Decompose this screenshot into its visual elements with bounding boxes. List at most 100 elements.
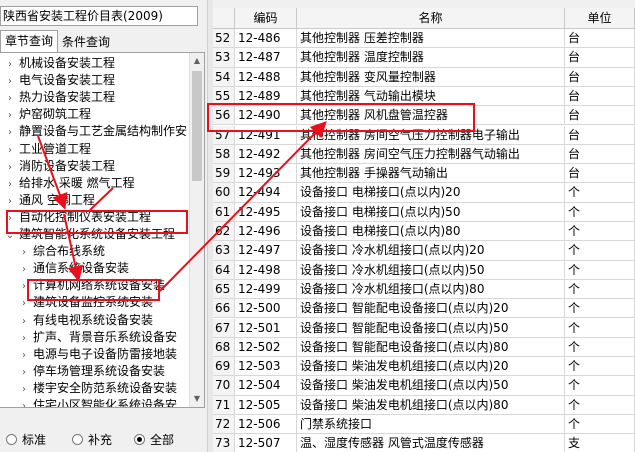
- tree-node-label: 住宅小区智能化系统设备安: [33, 398, 178, 408]
- col-header-code[interactable]: 编码: [235, 8, 297, 29]
- price-table-selector[interactable]: 陕西省安装工程价目表(2009): [0, 6, 198, 26]
- tree-node[interactable]: › 机械设备安装工程: [4, 55, 115, 72]
- table-row[interactable]: 70 12-504 设备接口 柴油发电机组接口(点以内)50 个: [213, 376, 635, 396]
- tab-condition-query[interactable]: 条件查询: [58, 32, 114, 52]
- unit-cell: 个: [565, 357, 635, 377]
- row-index-cell: 55: [213, 86, 235, 107]
- chevron-right-icon[interactable]: ›: [4, 73, 16, 90]
- table-row[interactable]: 52 12-486 其他控制器 压差控制器台: [213, 29, 635, 49]
- chevron-right-icon[interactable]: ›: [18, 364, 30, 381]
- row-index-cell: 66: [213, 299, 235, 319]
- table-row[interactable]: 64 12-498 设备接口 冷水机组接口(点以内)50 个: [213, 260, 635, 280]
- tree-node[interactable]: › 自动化控制仪表安装工程: [4, 209, 151, 226]
- chevron-down-icon[interactable]: ⌄: [4, 227, 16, 244]
- table-row[interactable]: 73 12-507 温、湿度传感器 风管式温度传感器支: [213, 434, 635, 452]
- tree-node[interactable]: › 有线电视系统设备安装: [18, 312, 153, 329]
- radio-button-icon[interactable]: [6, 434, 17, 445]
- table-row[interactable]: 54 12-488 其他控制器 变风量控制器台: [213, 67, 635, 87]
- tree-node[interactable]: › 电气设备安装工程: [4, 72, 115, 89]
- table-row[interactable]: 63 12-497 设备接口 冷水机组接口(点以内)20 个: [213, 241, 635, 261]
- table-row[interactable]: 69 12-503 设备接口 柴油发电机组接口(点以内)20 个: [213, 357, 635, 377]
- tree-node[interactable]: › 综合布线系统: [18, 243, 105, 260]
- unit-cell: 个: [565, 241, 635, 261]
- table-row[interactable]: 71 12-505 设备接口 柴油发电机组接口(点以内)80 个: [213, 395, 635, 415]
- table-row[interactable]: 65 12-499 设备接口 冷水机组接口(点以内)80 个: [213, 279, 635, 300]
- name-cell: 设备接口 智能配电设备接口(点以内)50: [297, 318, 565, 338]
- code-cell: 12-491: [235, 125, 297, 145]
- scroll-down-icon[interactable]: ▼: [190, 391, 204, 407]
- tree-node[interactable]: › 静置设备与工艺金属结构制作安: [4, 123, 187, 140]
- table-row[interactable]: 72 12-506 门禁系统接口个: [213, 415, 635, 435]
- chevron-right-icon[interactable]: ›: [18, 244, 30, 261]
- tree-node[interactable]: › 扩声、背景音乐系统设备安: [18, 329, 177, 346]
- table-row[interactable]: 67 12-501 设备接口 智能配电设备接口(点以内)50 个: [213, 318, 635, 338]
- radio-option[interactable]: 全部: [134, 430, 174, 450]
- col-header-name[interactable]: 名称: [297, 8, 565, 29]
- chevron-right-icon[interactable]: ›: [18, 381, 30, 398]
- table-row[interactable]: 56 12-490 其他控制器 风机盘管温控器台: [213, 106, 635, 126]
- chevron-right-icon[interactable]: ›: [18, 313, 30, 330]
- tree-node[interactable]: › 通风 空调工程: [4, 192, 95, 209]
- chevron-right-icon[interactable]: ›: [4, 176, 16, 193]
- tree-node[interactable]: › 计算机网络系统设备安装: [18, 277, 165, 294]
- tree-node[interactable]: › 住宅小区智能化系统设备安: [18, 397, 178, 408]
- scrollbar-thumb[interactable]: [192, 71, 202, 181]
- row-index-cell: 53: [213, 48, 235, 68]
- radio-button-icon[interactable]: [134, 434, 145, 445]
- tree-scrollbar[interactable]: ▲ ▼: [189, 53, 204, 407]
- col-header-index[interactable]: [213, 8, 235, 29]
- name-cell: 设备接口 电梯接口(点以内)50: [297, 202, 565, 222]
- tree-node[interactable]: › 通信系统设备安装: [18, 260, 129, 277]
- chevron-right-icon[interactable]: ›: [4, 90, 16, 107]
- table-row[interactable]: 62 12-496 设备接口 电梯接口(点以内)80 个: [213, 222, 635, 242]
- chevron-right-icon[interactable]: ›: [18, 278, 30, 295]
- radio-option[interactable]: 补充: [72, 430, 112, 450]
- tree-node-label: 工业管道工程: [19, 141, 92, 156]
- radio-label: 全部: [150, 433, 175, 447]
- table-row[interactable]: 59 12-493 其他控制器 手操器气动输出台: [213, 164, 635, 184]
- name-cell: 其他控制器 温度控制器: [297, 48, 565, 68]
- scroll-up-icon[interactable]: ▲: [190, 53, 204, 69]
- chevron-right-icon[interactable]: ›: [4, 210, 16, 227]
- tree-node[interactable]: › 楼宇安全防范系统设备安装: [18, 380, 177, 397]
- table-row[interactable]: 53 12-487 其他控制器 温度控制器台: [213, 48, 635, 68]
- tree-node[interactable]: › 建筑设备监控系统安装: [18, 294, 153, 311]
- row-index-cell: 62: [213, 222, 235, 242]
- table-row[interactable]: 60 12-494 设备接口 电梯接口(点以内)20 个: [213, 183, 635, 203]
- row-index-cell: 60: [213, 183, 235, 203]
- chevron-right-icon[interactable]: ›: [4, 193, 16, 210]
- table-row[interactable]: 68 12-502 设备接口 智能配电设备接口(点以内)80 个: [213, 337, 635, 358]
- table-row[interactable]: 61 12-495 设备接口 电梯接口(点以内)50 个: [213, 202, 635, 222]
- chevron-right-icon[interactable]: ›: [4, 107, 16, 124]
- chevron-right-icon[interactable]: ›: [18, 398, 30, 407]
- tree-node[interactable]: › 给排水 采暖 燃气工程: [4, 175, 135, 192]
- name-cell: 其他控制器 变风量控制器: [297, 67, 565, 87]
- unit-cell: 个: [565, 260, 635, 280]
- chevron-right-icon[interactable]: ›: [18, 261, 30, 278]
- tree-node[interactable]: › 停车场管理系统设备安装: [18, 363, 165, 380]
- tree-node-label: 楼宇安全防范系统设备安装: [33, 380, 178, 395]
- tree-node[interactable]: › 电源与电子设备防雷接地装: [18, 346, 177, 363]
- table-row[interactable]: 58 12-492 其他控制器 房间空气压力控制器气动输出台: [213, 144, 635, 165]
- tree-node[interactable]: › 消防设备安装工程: [4, 158, 115, 175]
- tree-node[interactable]: › 炉窑砌筑工程: [4, 106, 91, 123]
- chevron-right-icon[interactable]: ›: [18, 295, 30, 312]
- chevron-right-icon[interactable]: ›: [18, 330, 30, 347]
- radio-button-icon[interactable]: [72, 434, 83, 445]
- chevron-right-icon[interactable]: ›: [4, 159, 16, 176]
- radio-option[interactable]: 标准: [6, 430, 46, 450]
- chevron-right-icon[interactable]: ›: [18, 347, 30, 364]
- chevron-right-icon[interactable]: ›: [4, 142, 16, 159]
- col-header-unit[interactable]: 单位: [565, 8, 635, 29]
- chevron-right-icon[interactable]: ›: [4, 124, 16, 141]
- tree-node[interactable]: › 工业管道工程: [4, 141, 91, 158]
- table-row[interactable]: 66 12-500 设备接口 智能配电设备接口(点以内)20 个: [213, 299, 635, 319]
- chevron-right-icon[interactable]: ›: [4, 56, 16, 73]
- tree-node[interactable]: ⌄ 建筑智能化系统设备安装工程: [4, 226, 175, 243]
- table-row[interactable]: 57 12-491 其他控制器 房间空气压力控制器电子输出台: [213, 125, 635, 145]
- name-cell: 设备接口 智能配电设备接口(点以内)20: [297, 299, 565, 319]
- tree-node[interactable]: › 热力设备安装工程: [4, 89, 115, 106]
- tree-node-label: 停车场管理系统设备安装: [33, 363, 166, 378]
- table-row[interactable]: 55 12-489 其他控制器 气动输出模块台: [213, 86, 635, 107]
- tab-chapter-query[interactable]: 章节查询: [0, 30, 59, 53]
